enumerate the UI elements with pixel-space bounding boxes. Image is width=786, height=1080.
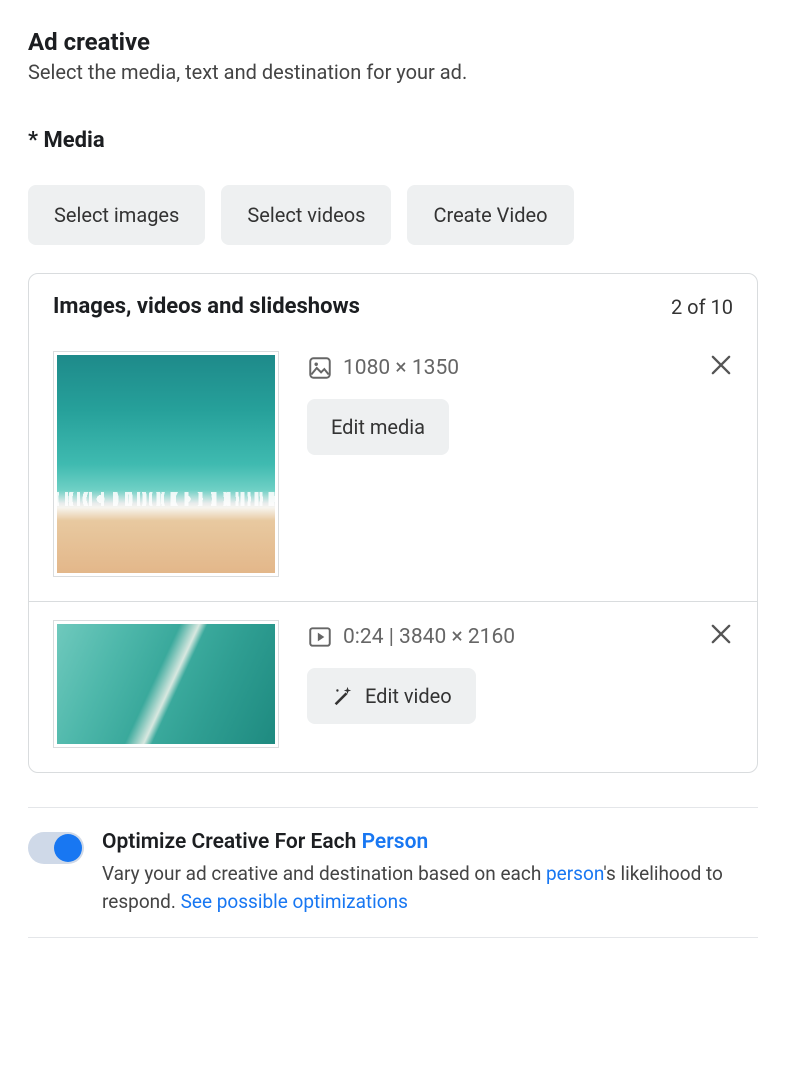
media-item: 1080 × 1350 Edit media — [29, 333, 757, 601]
select-videos-button[interactable]: Select videos — [221, 185, 391, 245]
page-subtitle: Select the media, text and destination f… — [28, 60, 758, 84]
media-item: 0:24 | 3840 × 2160 Edit video — [29, 601, 757, 772]
edit-video-button[interactable]: Edit video — [307, 668, 476, 724]
required-asterisk: * — [28, 128, 43, 153]
video-icon — [307, 624, 333, 650]
select-images-button[interactable]: Select images — [28, 185, 205, 245]
media-field-label: * Media — [28, 128, 758, 153]
edit-media-button[interactable]: Edit media — [307, 399, 449, 455]
media-panel-title: Images, videos and slideshows — [53, 294, 360, 319]
media-thumbnail[interactable] — [53, 620, 279, 748]
page-title: Ad creative — [28, 28, 758, 56]
toggle-knob — [54, 834, 82, 862]
remove-media-button[interactable] — [707, 620, 735, 648]
optimize-body: Optimize Creative For Each Person Vary y… — [102, 830, 758, 915]
media-info: 1080 × 1350 Edit media — [307, 351, 733, 455]
media-info: 0:24 | 3840 × 2160 Edit video — [307, 620, 733, 724]
optimize-creative-toggle[interactable] — [28, 832, 84, 864]
media-panel-count: 2 of 10 — [671, 295, 733, 319]
optimize-creative-row: Optimize Creative For Each Person Vary y… — [28, 830, 758, 915]
optimize-title: Optimize Creative For Each Person — [102, 830, 758, 854]
media-thumbnail[interactable] — [53, 351, 279, 577]
image-icon — [307, 355, 333, 381]
media-dimensions: 0:24 | 3840 × 2160 — [307, 624, 733, 650]
media-thumbnail-image — [57, 355, 275, 573]
remove-media-button[interactable] — [707, 351, 735, 379]
media-dimensions-text: 0:24 | 3840 × 2160 — [343, 625, 515, 649]
magic-wand-icon — [331, 685, 353, 707]
section-divider — [28, 807, 758, 808]
person-link[interactable]: Person — [362, 830, 429, 854]
media-panel-header: Images, videos and slideshows 2 of 10 — [29, 274, 757, 333]
optimize-description: Vary your ad creative and destination ba… — [102, 860, 758, 915]
media-buttons-row: Select images Select videos Create Video — [28, 185, 758, 245]
person-link-inline[interactable]: person — [546, 862, 603, 885]
media-dimensions-text: 1080 × 1350 — [343, 356, 459, 380]
see-optimizations-link[interactable]: See possible optimizations — [181, 890, 408, 913]
media-dimensions: 1080 × 1350 — [307, 355, 733, 381]
section-divider — [28, 937, 758, 938]
close-icon — [707, 351, 735, 379]
media-thumbnail-image — [57, 624, 275, 744]
create-video-button[interactable]: Create Video — [407, 185, 573, 245]
media-panel: Images, videos and slideshows 2 of 10 10… — [28, 273, 758, 773]
close-icon — [707, 620, 735, 648]
